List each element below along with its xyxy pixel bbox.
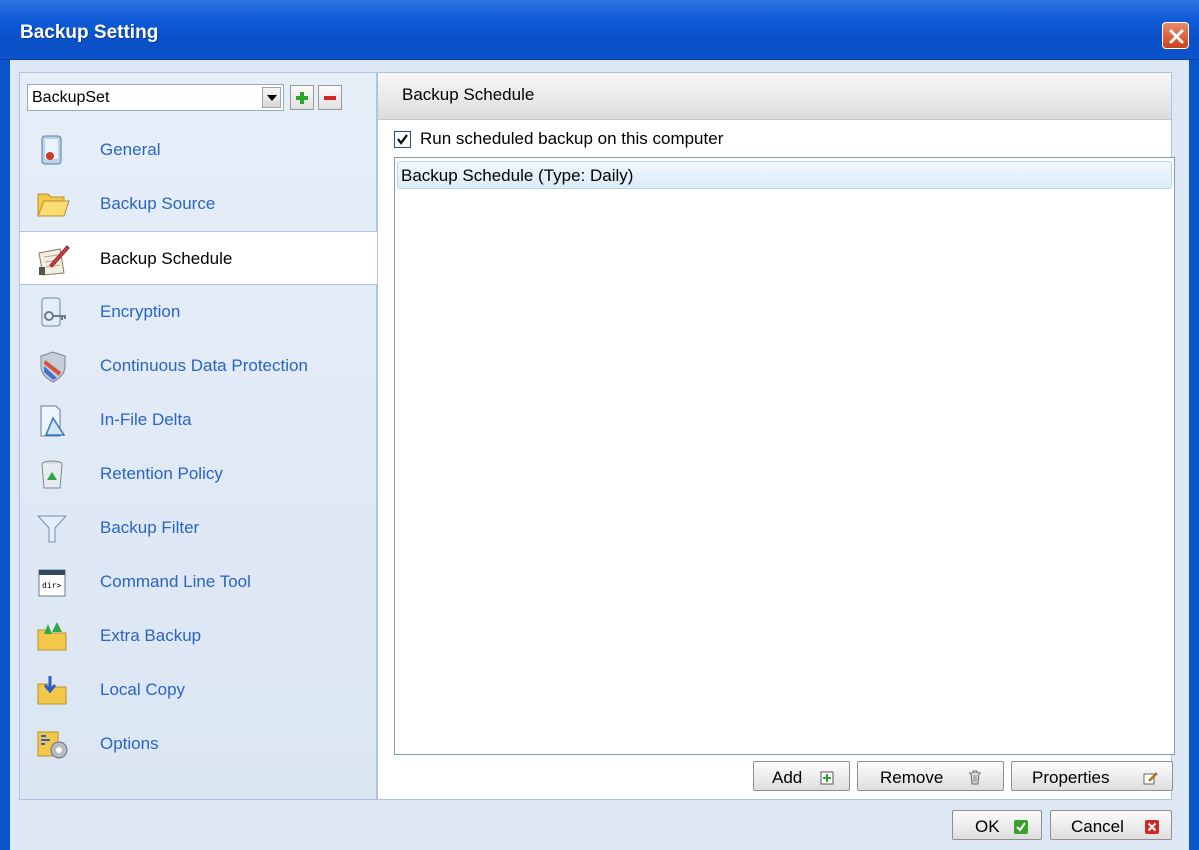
nav-label-general: General bbox=[100, 140, 161, 159]
add-button-label: Add bbox=[772, 768, 803, 787]
nav-label-command-line-tool: Command Line Tool bbox=[100, 572, 251, 591]
cancel-x-icon bbox=[1145, 819, 1159, 839]
close-button[interactable] bbox=[1162, 22, 1189, 49]
cancel-button[interactable]: Cancel bbox=[1050, 810, 1172, 840]
run-scheduled-backup-label: Run scheduled backup on this computer bbox=[420, 129, 724, 148]
nav-item-in-file-delta[interactable]: In-File Delta bbox=[20, 393, 378, 447]
panel-header: Backup Schedule bbox=[378, 73, 1171, 120]
nav-label-backup-filter: Backup Filter bbox=[100, 518, 200, 537]
local-copy-folder-icon bbox=[36, 674, 70, 708]
encryption-key-icon bbox=[36, 296, 70, 330]
remove-backupset-button[interactable] bbox=[318, 85, 342, 110]
nav-label-options: Options bbox=[100, 734, 159, 753]
ok-button[interactable]: OK bbox=[952, 810, 1042, 840]
add-backupset-button[interactable] bbox=[290, 85, 314, 110]
nav-item-command-line-tool[interactable]: dir> Command Line Tool bbox=[20, 555, 378, 609]
panel-title: Backup Schedule bbox=[402, 85, 535, 104]
schedule-item-label: Backup Schedule (Type: Daily) bbox=[401, 166, 634, 185]
trash-icon bbox=[968, 770, 982, 790]
nav-label-encryption: Encryption bbox=[100, 302, 181, 321]
nav-item-backup-filter[interactable]: Backup Filter bbox=[20, 501, 378, 555]
window-title: Backup Setting bbox=[20, 22, 159, 43]
nav-item-continuous-data-protection[interactable]: Continuous Data Protection bbox=[20, 339, 378, 393]
extra-backup-folder-icon bbox=[36, 620, 70, 654]
ok-check-icon bbox=[1014, 819, 1028, 839]
nav-item-options[interactable]: Options bbox=[20, 717, 378, 771]
dropdown-arrow-button[interactable] bbox=[262, 87, 281, 108]
backupset-dropdown[interactable]: BackupSet bbox=[27, 84, 284, 111]
filter-funnel-icon bbox=[36, 512, 70, 546]
nav-label-extra-backup: Extra Backup bbox=[100, 626, 202, 645]
recycle-bin-icon bbox=[36, 458, 70, 492]
ok-button-label: OK bbox=[975, 817, 1000, 836]
add-icon bbox=[820, 770, 834, 790]
run-scheduled-backup-checkbox[interactable] bbox=[394, 131, 411, 148]
backupset-selected-value: BackupSet bbox=[32, 89, 110, 106]
nav-item-local-copy[interactable]: Local Copy bbox=[20, 663, 378, 717]
nav-item-backup-source[interactable]: Backup Source bbox=[20, 177, 378, 231]
folder-icon bbox=[36, 188, 70, 222]
nav-item-general[interactable]: General bbox=[20, 123, 378, 177]
delta-icon bbox=[36, 404, 70, 438]
shield-icon bbox=[36, 350, 70, 384]
options-gear-icon bbox=[36, 728, 70, 762]
schedule-icon bbox=[36, 243, 70, 277]
nav-label-cdp: Continuous Data Protection bbox=[100, 356, 308, 375]
nav-item-encryption[interactable]: Encryption bbox=[20, 285, 378, 339]
properties-button-label: Properties bbox=[1032, 768, 1110, 787]
settings-content-pane: Backup Schedule Run scheduled backup on … bbox=[377, 72, 1175, 800]
nav-label-in-file-delta: In-File Delta bbox=[100, 410, 192, 429]
cancel-button-label: Cancel bbox=[1071, 817, 1124, 836]
command-line-icon: dir> bbox=[36, 566, 70, 600]
nav-item-extra-backup[interactable]: Extra Backup bbox=[20, 609, 378, 663]
remove-button-label: Remove bbox=[880, 768, 944, 787]
add-button[interactable]: Add bbox=[753, 761, 850, 791]
list-item[interactable]: Backup Schedule (Type: Daily) bbox=[397, 161, 1172, 189]
nav-label-backup-source: Backup Source bbox=[100, 194, 216, 213]
settings-nav-list: General Backup Source Backup Schedule En… bbox=[20, 123, 380, 771]
edit-pencil-icon bbox=[1143, 770, 1158, 790]
nav-label-retention-policy: Retention Policy bbox=[100, 464, 223, 483]
schedule-list[interactable]: Backup Schedule (Type: Daily) bbox=[394, 157, 1175, 755]
nav-label-backup-schedule: Backup Schedule bbox=[100, 249, 233, 268]
left-navigation-pane: BackupSet General Backup Source Backup S… bbox=[19, 72, 380, 800]
nav-item-backup-schedule[interactable]: Backup Schedule bbox=[20, 231, 380, 285]
title-bar: Backup Setting bbox=[0, 0, 1199, 60]
general-icon bbox=[36, 134, 70, 168]
svg-text:dir>: dir> bbox=[42, 581, 61, 590]
remove-button[interactable]: Remove bbox=[857, 761, 1004, 791]
properties-button[interactable]: Properties bbox=[1011, 761, 1173, 791]
nav-label-local-copy: Local Copy bbox=[100, 680, 186, 699]
nav-item-retention-policy[interactable]: Retention Policy bbox=[20, 447, 378, 501]
